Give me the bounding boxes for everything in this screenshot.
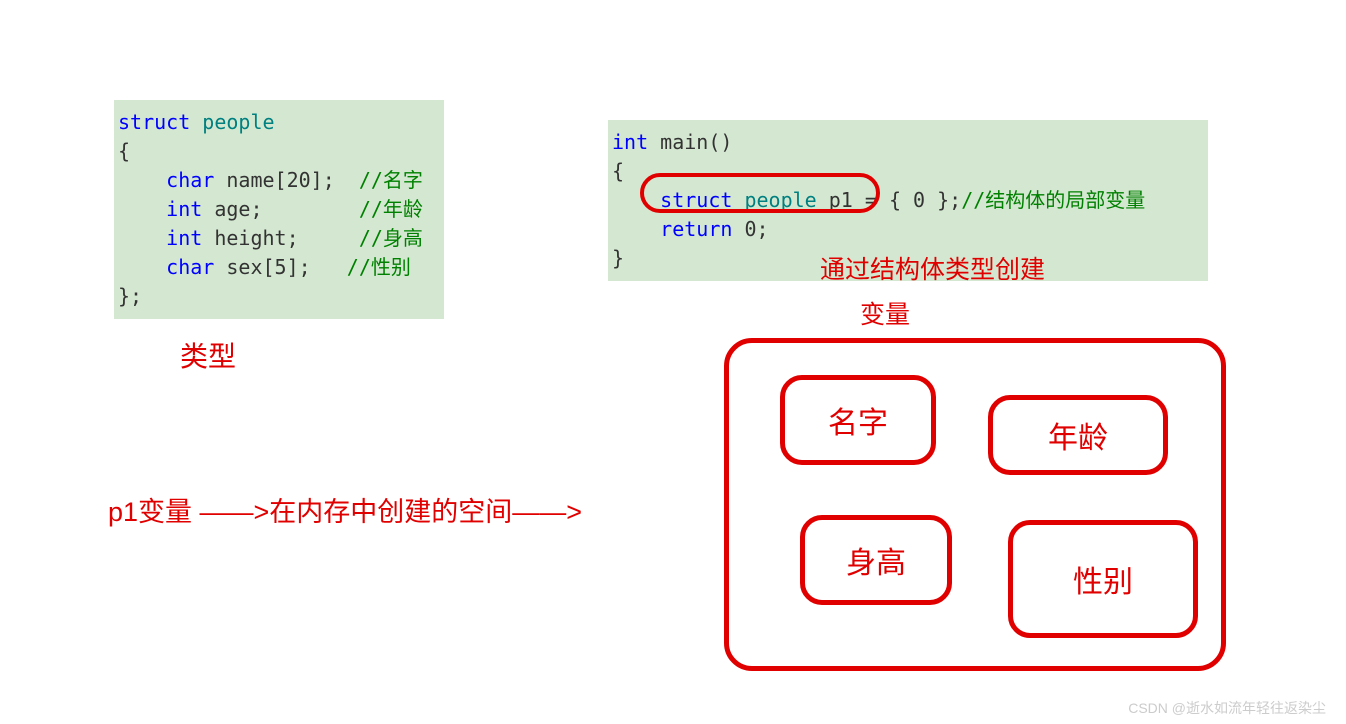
field-label-sex: 性别 [1073, 557, 1133, 601]
keyword-struct: struct [612, 188, 732, 212]
main-sig: main() [648, 130, 732, 154]
comment-name: //名字 [359, 168, 423, 192]
label-create-via-type: 通过结构体类型创建 [820, 250, 1045, 286]
brace-close: }; [118, 284, 142, 308]
field-box-height: 身高 [800, 515, 952, 605]
brace-open: { [118, 139, 130, 163]
decl-age: age; [202, 197, 334, 221]
label-p1-memory: p1变量 ——>在内存中创建的空间——> [108, 490, 582, 529]
keyword-return: return [612, 217, 732, 241]
keyword-struct: struct [118, 110, 190, 134]
keyword-int: int [612, 130, 648, 154]
field-box-sex: 性别 [1008, 520, 1198, 638]
label-variable: 变量 [860, 295, 910, 331]
comment-age: //年龄 [359, 197, 423, 221]
type-people: people [732, 188, 816, 212]
field-label-name: 名字 [828, 398, 888, 442]
field-box-name: 名字 [780, 375, 936, 465]
decl-p1: p1 = { 0 }; [817, 188, 962, 212]
decl-name: name[20]; [214, 168, 334, 192]
keyword-char: char [118, 168, 214, 192]
comment-height: //身高 [359, 226, 423, 250]
field-label-height: 身高 [846, 538, 906, 582]
watermark: CSDN @逝水如流年轻往返染尘 [1128, 698, 1326, 718]
comment-local-var: //结构体的局部变量 [961, 188, 1145, 212]
comment-sex: //性别 [347, 255, 411, 279]
decl-height: height; [202, 226, 334, 250]
decl-sex: sex[5]; [214, 255, 322, 279]
keyword-char: char [118, 255, 214, 279]
return-val: 0; [732, 217, 768, 241]
code-struct-definition: struct people { char name[20]; //名字 int … [114, 100, 444, 319]
field-box-age: 年龄 [988, 395, 1168, 475]
label-type: 类型 [180, 335, 236, 375]
keyword-int: int [118, 226, 202, 250]
field-label-age: 年龄 [1048, 413, 1108, 457]
brace-open: { [612, 159, 624, 183]
type-people: people [202, 110, 274, 134]
keyword-int: int [118, 197, 202, 221]
brace-close: } [612, 246, 624, 270]
